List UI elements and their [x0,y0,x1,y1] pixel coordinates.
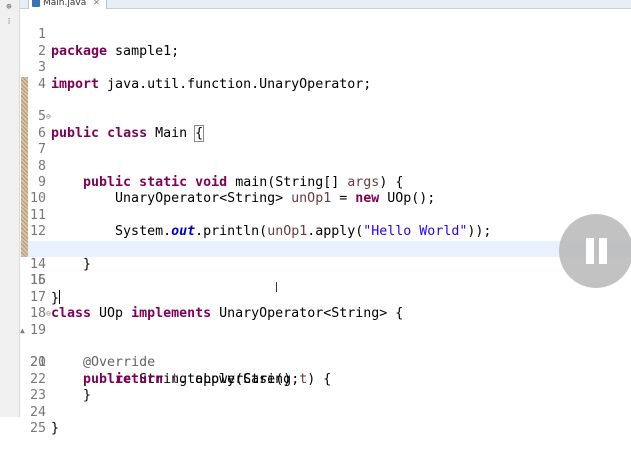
code-line: 13 } [20,207,631,272]
line-number: 25 [29,421,46,436]
java-file-icon [32,0,40,7]
tab-label: Main.java [43,0,87,8]
change-marker [21,142,28,159]
code-line: 5 public class Main { [20,76,631,142]
close-tab-icon[interactable]: ✕ [93,0,100,7]
code-line: 14 [20,224,631,272]
code-line: 2 [20,27,631,59]
code-line: 12 [20,191,631,239]
change-marker [21,109,28,126]
editor-tabbar: Main.java ✕ [20,0,631,9]
code-line: 6 [20,93,631,141]
current-line: 15 } [20,240,631,306]
code-line: 17 class UOp implements UnaryOperator<St… [20,273,631,321]
code-line: 23 [20,372,631,403]
code-line: 7 ⊖ public static void main(String[] arg… [20,109,631,190]
code-line: 19 ⊖ @Override [20,306,631,370]
code-line: 16 [20,257,631,288]
change-marker [21,158,28,175]
change-marker [21,175,28,192]
mouse-ibeam-cursor [276,282,279,292]
code-line: 22 } [20,355,631,403]
change-marker [21,207,28,225]
override-indicator-icon[interactable]: ▲ [20,323,26,339]
change-marker [21,76,28,93]
code-line: 4 [20,60,631,92]
code-line: 11 System.out.println(unOp1.apply("Hello… [20,175,631,239]
code-text: } [51,421,60,436]
fold-minus-icon[interactable]: ⊖ [46,109,52,125]
code-line: 18 [20,290,631,321]
hierarchy-icon[interactable]: ⁝ [3,16,15,28]
code-line: 25 [20,405,631,436]
code-line: 21 return t.toLowerCase(); [20,339,631,386]
change-marker [21,125,28,143]
pause-icon [586,238,594,264]
tab-main-java[interactable]: Main.java ✕ [28,0,107,9]
change-marker [21,240,28,257]
code-line: 10 [20,158,631,206]
package-explorer-icon[interactable]: ⊕ [3,1,15,13]
code-line: 1 package sample1; [20,11,631,58]
change-marker [21,93,28,110]
fold-minus-icon[interactable]: ⊖ [46,306,52,322]
code-line: 9 UnaryOperator<String> unOp1 = new UOp(… [20,142,631,206]
pause-icon [599,238,607,264]
video-pause-button[interactable] [559,214,631,288]
change-marker [21,224,28,241]
code-line: 8 [20,125,631,174]
code-editor[interactable]: 1 package sample1; 2 3 import java.util.… [20,10,631,436]
change-marker [21,191,28,208]
code-line: 3 import java.util.function.UnaryOperato… [20,44,631,91]
code-line: ▲ 20 public String apply(String t) { [20,323,631,387]
left-toolbar: ⊕ ⁝ [0,0,20,417]
code-line: 24 } [20,388,631,436]
